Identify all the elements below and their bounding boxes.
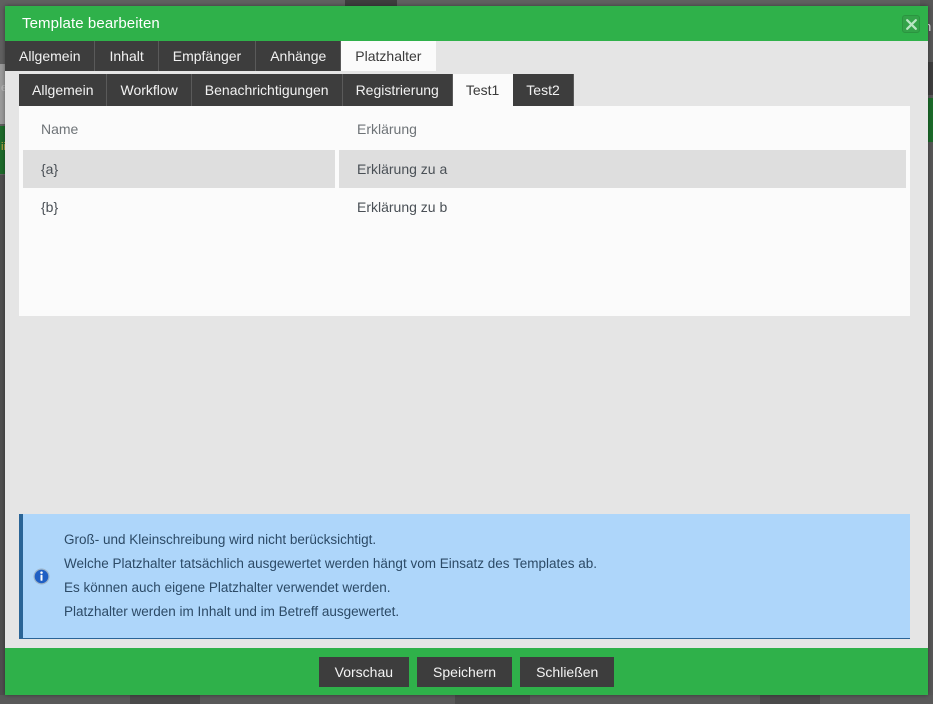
info-line: Welche Platzhalter tatsächlich ausgewert… — [64, 556, 598, 571]
cell-placeholder-name: {b} — [41, 199, 59, 215]
outer-tab-inhalt[interactable]: Inhalt — [95, 41, 159, 71]
cell-placeholder-explanation: Erklärung zu a — [339, 150, 906, 188]
table-body: {a} Erklärung zu a {b} Erklärung zu b — [23, 150, 906, 226]
inner-tab-allgemein[interactable]: Allgemein — [19, 74, 108, 106]
placeholder-table: Name Erklärung {a} Erklärung zu a {b} Erklä… — [19, 106, 910, 226]
inner-tab-test2[interactable]: Test2 — [513, 74, 574, 106]
info-box: Groß- und Kleinschreibung wird nicht ber… — [19, 514, 910, 639]
cell-placeholder-name: {a} — [23, 150, 335, 188]
info-circle-icon — [33, 568, 50, 585]
outer-tab-platzhalter[interactable]: Platzhalter — [341, 41, 437, 71]
backdrop-strip — [760, 695, 820, 704]
placeholder-table-card: Name Erklärung {a} Erklärung zu a {b} Erklä… — [19, 106, 910, 316]
table-row[interactable]: {b} Erklärung zu b — [23, 188, 906, 226]
inner-tab-workflow[interactable]: Workflow — [107, 74, 192, 106]
table-head: Name Erklärung — [23, 106, 906, 150]
close-icon[interactable] — [902, 15, 920, 33]
column-header-explanation: Erklärung — [357, 121, 417, 137]
info-line: Platzhalter werden im Inhalt und im Betr… — [64, 604, 400, 619]
backdrop-strip — [455, 695, 530, 704]
outer-tab-anh-nge[interactable]: Anhänge — [256, 41, 342, 71]
table-header-row: Name Erklärung — [23, 106, 906, 150]
inner-tab-benachrichtigungen[interactable]: Benachrichtigungen — [191, 74, 343, 106]
info-line: Groß- und Kleinschreibung wird nicht ber… — [64, 532, 377, 547]
table-row[interactable]: {a} Erklärung zu a — [23, 150, 906, 188]
dialog-content: Allgemein Workflow Benachrichtigungen Regis… — [5, 71, 928, 648]
dialog-title-bar: Template bearbeiten — [5, 6, 928, 41]
inner-tab-registrierung[interactable]: Registrierung — [342, 74, 453, 106]
backdrop-strip — [130, 695, 200, 704]
inner-tab-bar: Allgemein Workflow Benachrichtigungen Regis… — [19, 74, 574, 106]
page-title: Template bearbeiten — [22, 15, 160, 32]
column-header-name: Name — [41, 121, 79, 137]
cell-placeholder-explanation: Erklärung zu b — [357, 199, 448, 215]
speichern-button[interactable]: Speichern — [417, 656, 513, 687]
outer-tab-bar: Allgemein Inhalt Empfänger Anhänge Platzhalt… — [5, 41, 928, 71]
outer-tab-empf-nger[interactable]: Empfänger — [158, 41, 257, 71]
dialog-footer: Vorschau Speichern Schließen — [5, 648, 928, 695]
schlie-en-button[interactable]: Schließen — [520, 656, 615, 687]
info-box-lines: Groß- und Kleinschreibung wird nicht ber… — [64, 528, 597, 624]
inner-tab-test1[interactable]: Test1 — [452, 74, 514, 106]
vorschau-button[interactable]: Vorschau — [318, 656, 410, 687]
edit-template-dialog: Template bearbeiten Allgemein Inhalt Empfä… — [5, 6, 928, 695]
outer-tab-allgemein[interactable]: Allgemein — [5, 41, 96, 71]
info-line: Es können auch eigene Platzhalter verwen… — [64, 580, 391, 595]
